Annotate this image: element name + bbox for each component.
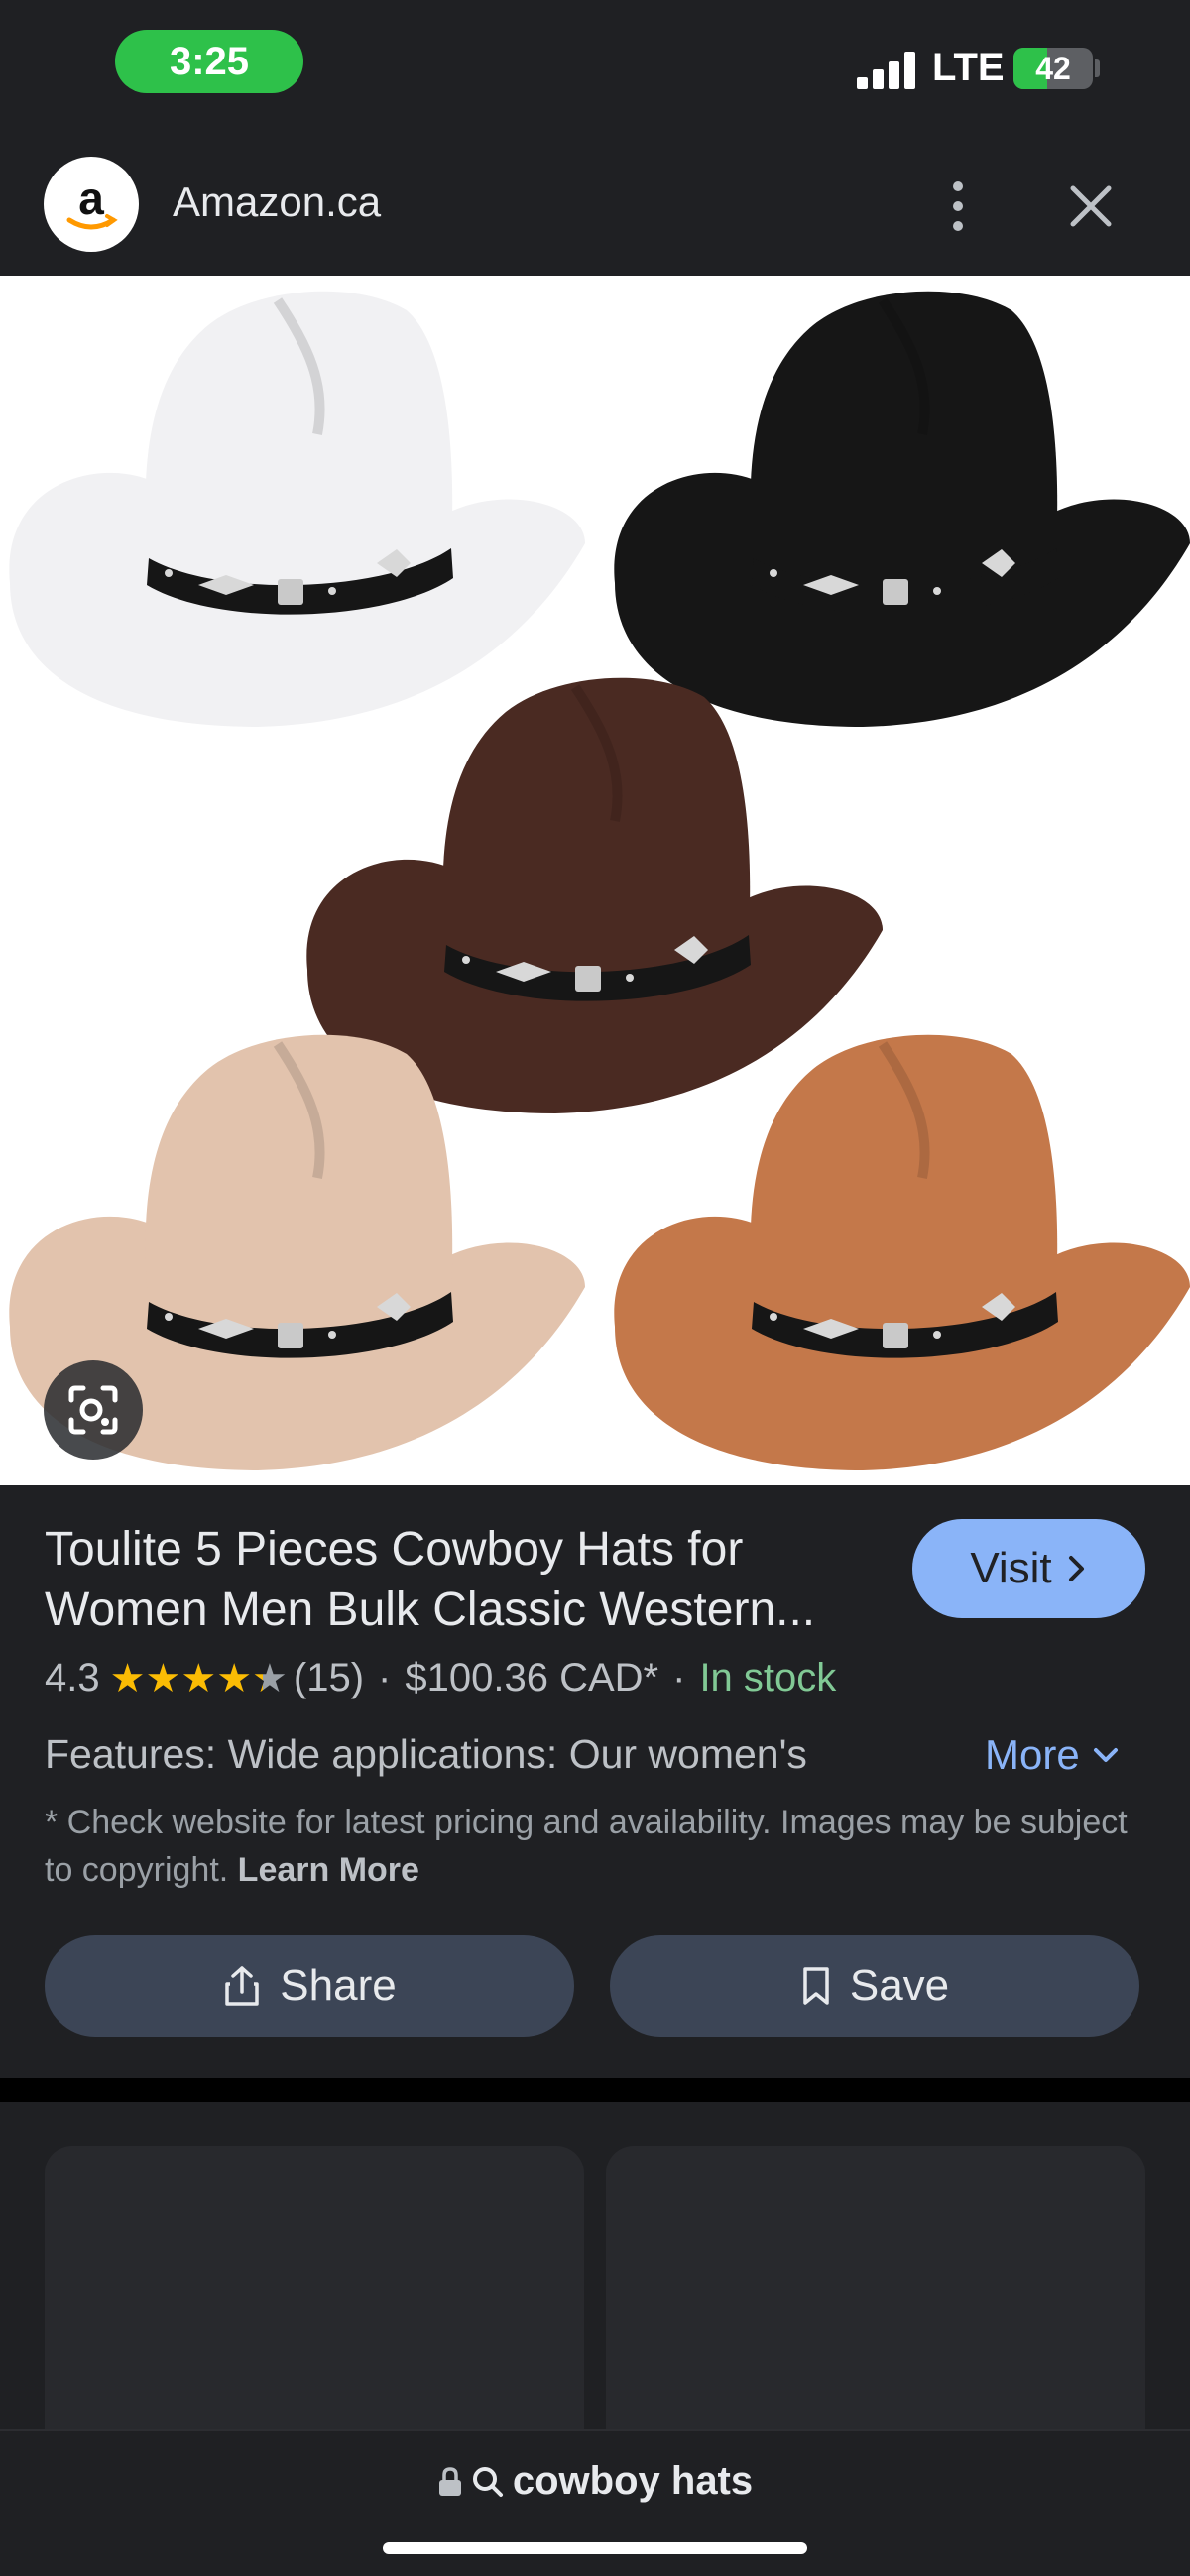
rating-value: 4.3 — [45, 1656, 100, 1699]
more-label: More — [985, 1731, 1080, 1778]
cowboy-hats-illustration — [0, 276, 1190, 1485]
home-indicator[interactable] — [383, 2542, 807, 2554]
product-title[interactable]: Toulite 5 Pieces Cowboy Hats for Women M… — [45, 1519, 897, 1640]
status-bar: 3:25 LTE 42 — [0, 0, 1190, 139]
star-icon: ★ — [180, 1656, 217, 1700]
save-label: Save — [849, 1961, 950, 2010]
related-result-card[interactable] — [606, 2146, 1145, 2443]
logo-letter: a — [78, 173, 104, 224]
more-options-icon[interactable] — [938, 176, 978, 236]
network-type: LTE — [932, 46, 1005, 89]
amazon-logo-icon: a — [66, 173, 118, 230]
cellular-signal-icon — [857, 50, 916, 89]
search-query[interactable]: cowboy hats — [0, 2459, 1190, 2504]
battery-tip — [1095, 59, 1100, 77]
visit-button[interactable]: Visit — [912, 1519, 1145, 1618]
availability-status: In stock — [699, 1656, 837, 1699]
section-divider — [0, 2078, 1190, 2102]
product-features: Features: Wide applications: Our women's — [45, 1731, 807, 1777]
hat-white — [9, 292, 585, 727]
lens-icon — [68, 1385, 118, 1435]
star-icon: ★ — [216, 1656, 253, 1700]
star-rating: ★ ★ ★ ★ ★ — [110, 1659, 288, 1698]
search-query-text: cowboy hats — [512, 2459, 754, 2503]
site-name[interactable]: Amazon.ca — [173, 178, 381, 226]
more-button[interactable]: More — [985, 1731, 1120, 1779]
star-icon: ★ — [109, 1656, 146, 1700]
separator: · — [672, 1656, 686, 1699]
amazon-logo: a — [44, 157, 139, 252]
close-icon[interactable] — [1061, 176, 1121, 236]
hat-black — [614, 292, 1190, 727]
share-label: Share — [280, 1961, 397, 2010]
lock-icon — [438, 2466, 461, 2496]
share-button[interactable]: Share — [45, 1935, 574, 2037]
related-result-card[interactable] — [45, 2146, 584, 2443]
product-info-panel: Toulite 5 Pieces Cowboy Hats for Women M… — [0, 1485, 1190, 2078]
product-image[interactable] — [0, 276, 1190, 1485]
share-icon — [225, 1966, 260, 2006]
chevron-down-icon — [1093, 1748, 1118, 1762]
battery-level: 42 — [1035, 50, 1071, 86]
star-icon: ★ — [145, 1656, 181, 1700]
hat-rust — [614, 1035, 1190, 1470]
disclaimer-text: * Check website for latest pricing and a… — [45, 1804, 1128, 1889]
bookmark-icon — [803, 1967, 829, 2005]
chevron-right-icon — [1068, 1556, 1084, 1581]
status-time[interactable]: 3:25 — [115, 30, 303, 93]
google-lens-button[interactable] — [44, 1360, 143, 1460]
disclaimer: * Check website for latest pricing and a… — [45, 1799, 1145, 1894]
learn-more-link[interactable]: Learn More — [238, 1851, 419, 1889]
save-button[interactable]: Save — [610, 1935, 1139, 2037]
separator: · — [378, 1656, 392, 1699]
price: $100.36 CAD* — [405, 1656, 659, 1699]
search-icon — [472, 2466, 503, 2497]
site-header: a Amazon.ca — [0, 139, 1190, 276]
rating-row: 4.3 ★ ★ ★ ★ ★ (15) · $100.36 CAD* · In s… — [45, 1656, 836, 1700]
review-count[interactable]: (15) — [294, 1656, 364, 1700]
visit-label: Visit — [970, 1544, 1052, 1592]
bottom-search-bar[interactable]: cowboy hats — [0, 2429, 1190, 2576]
star-half-icon: ★ — [252, 1656, 288, 1700]
battery-icon: 42 — [1013, 48, 1093, 89]
